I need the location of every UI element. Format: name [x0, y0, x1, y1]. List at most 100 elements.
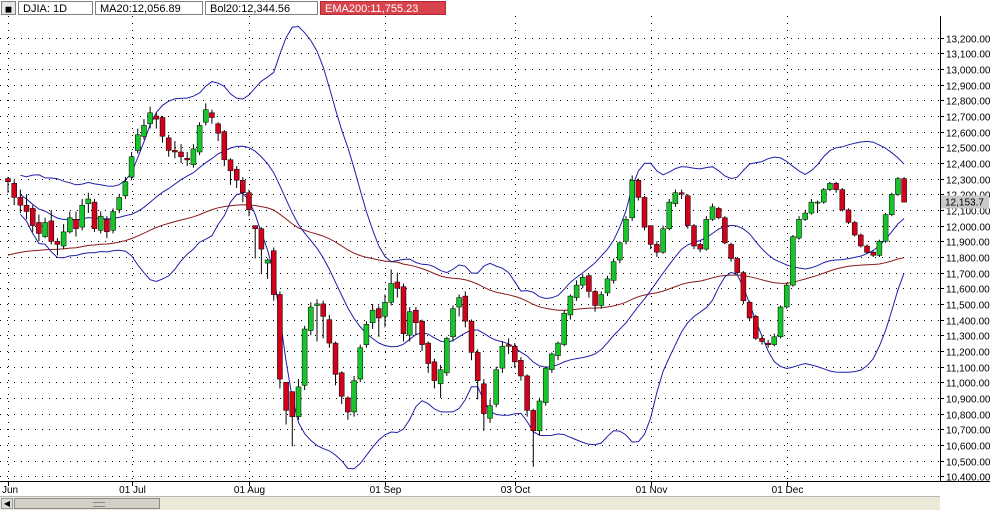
- candle-body: [419, 320, 425, 345]
- y-tick-label: 12,500.00: [946, 144, 990, 155]
- candle-body: [715, 208, 722, 219]
- candle-body: [536, 400, 543, 432]
- candle-body: [178, 151, 184, 157]
- candle-body: [400, 286, 407, 334]
- y-tick-label: 11,900.00: [946, 238, 990, 249]
- y-tick-label: 13,200.00: [946, 35, 990, 46]
- candle-body: [586, 275, 592, 292]
- candle-body: [184, 158, 190, 161]
- ema200-readout: EMA200:11,755.23: [320, 1, 446, 15]
- candle-body: [141, 125, 147, 137]
- candle-body: [363, 324, 370, 345]
- candle-body: [518, 360, 524, 377]
- candle-body: [678, 192, 685, 195]
- candle-body: [110, 211, 116, 231]
- candle-body: [283, 381, 289, 411]
- candle-body: [159, 117, 166, 137]
- candle-body: [425, 342, 431, 364]
- candle-body: [468, 320, 475, 353]
- candle-body: [474, 352, 481, 381]
- candle-body: [450, 308, 456, 338]
- y-tick-label: 11,300.00: [946, 332, 990, 343]
- candle-body: [36, 222, 42, 234]
- candle-body: [190, 148, 197, 165]
- candle-body: [542, 367, 549, 403]
- candle-body: [277, 294, 283, 380]
- candle-body: [623, 219, 629, 242]
- candle-body: [227, 159, 234, 172]
- y-tick-label: 10,800.00: [946, 411, 990, 422]
- x-tick-label: 03 Oct: [501, 485, 531, 496]
- y-tick-label: 10,900.00: [946, 395, 990, 406]
- candle-body: [777, 306, 784, 338]
- candle-body: [104, 219, 110, 233]
- candle-body: [369, 309, 376, 323]
- candle-body: [821, 189, 827, 203]
- candle-body: [270, 250, 277, 295]
- candle-body: [610, 261, 617, 281]
- candle-body: [845, 209, 852, 223]
- y-tick-label: 10,500.00: [946, 458, 990, 469]
- y-tick-label: 11,100.00: [946, 364, 990, 375]
- candle-body: [709, 206, 716, 220]
- candle-body: [505, 344, 512, 347]
- candle-body: [351, 380, 357, 413]
- last-price-label: 12,153.7: [945, 198, 984, 209]
- candle-body: [567, 295, 574, 316]
- candle-body: [858, 234, 864, 247]
- y-tick-label: 10,600.00: [946, 442, 990, 453]
- candle-body: [338, 372, 345, 397]
- candle-body: [97, 215, 104, 231]
- y-tick-label: 12,400.00: [946, 160, 990, 171]
- candle-body: [431, 361, 438, 381]
- y-tick-label: 12,600.00: [946, 129, 990, 140]
- candle-body: [617, 242, 623, 261]
- candle-body: [289, 391, 296, 417]
- x-tick-label: Jun: [2, 485, 18, 496]
- candlestick-chart: 10,400.00 10,500.00 10,600.00 10,700.00 10,8…: [0, 0, 990, 510]
- y-tick-label: 11,600.00: [946, 285, 990, 296]
- candle-body: [67, 217, 73, 233]
- horizontal-scrollbar[interactable]: ◀: [0, 496, 940, 510]
- candle-body: [258, 228, 265, 250]
- symbol-label[interactable]: DJIA: 1D: [18, 1, 93, 15]
- candle-body: [481, 383, 487, 414]
- candle-body: [209, 112, 215, 118]
- y-tick-label: 11,800.00: [946, 254, 990, 265]
- candle-body: [790, 236, 796, 286]
- candle-body: [85, 198, 92, 204]
- candle-body: [753, 316, 759, 339]
- candle-body: [172, 150, 178, 153]
- x-tick-label: 01 Jul: [119, 485, 146, 496]
- candle-body: [73, 219, 79, 229]
- candle-body: [60, 231, 67, 247]
- candle-body: [382, 302, 388, 317]
- candle-body: [851, 222, 858, 236]
- bollinger-readout: Bol20:12,344.56: [205, 1, 318, 15]
- candle-body: [746, 302, 753, 319]
- chart-area[interactable]: 10,400.00 10,500.00 10,600.00 10,700.00 10,8…: [0, 0, 990, 510]
- candle-body: [740, 272, 747, 302]
- candle-body: [882, 214, 889, 242]
- candle-body: [555, 342, 561, 356]
- candle-body: [876, 241, 883, 256]
- candle-body: [666, 201, 673, 229]
- candle-body: [388, 283, 394, 303]
- candle-body: [783, 284, 790, 308]
- window-menu-icon[interactable]: ◼: [1, 1, 16, 15]
- candle-body: [802, 212, 808, 220]
- x-tick-label: 01 Aug: [234, 485, 265, 496]
- scroll-thumb[interactable]: [14, 498, 160, 509]
- candle-body: [647, 225, 654, 245]
- candle-body: [759, 338, 765, 342]
- scroll-left-arrow-icon[interactable]: ◀: [1, 498, 13, 509]
- candle-body: [493, 369, 499, 405]
- candle-body: [808, 201, 815, 214]
- candle-body: [722, 217, 728, 244]
- candle-body: [703, 219, 710, 250]
- candle-body: [524, 375, 530, 411]
- candle-body: [635, 179, 642, 198]
- candle-body: [240, 179, 246, 193]
- candle-body: [462, 295, 469, 322]
- candle-body: [487, 405, 493, 419]
